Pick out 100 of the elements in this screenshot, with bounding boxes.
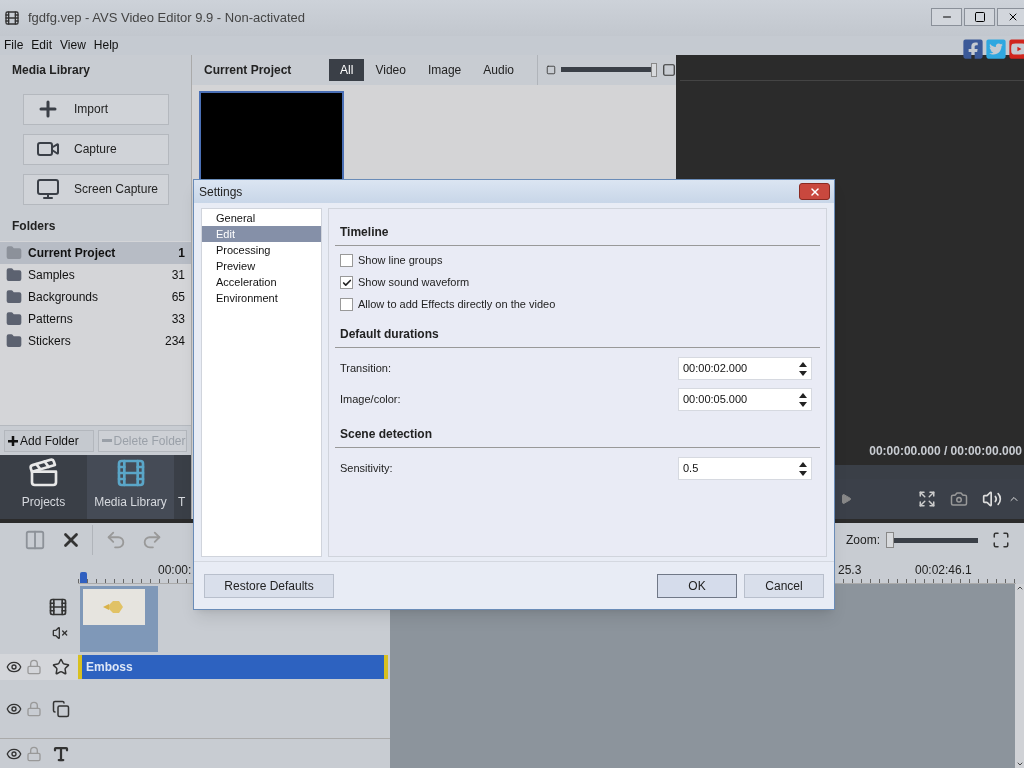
menu-item[interactable]: File	[4, 36, 24, 55]
checkbox[interactable]	[340, 254, 353, 267]
menu-item[interactable]: Edit	[31, 36, 53, 55]
ruler-label: 00:02:46.1	[915, 562, 972, 580]
folder-item[interactable]: Stickers 234	[0, 329, 191, 352]
spin-field[interactable]: 0.5	[678, 457, 812, 480]
nav-tab[interactable]: Projects	[0, 455, 87, 520]
section-title: Default durations	[340, 327, 439, 341]
eye-icon[interactable]	[6, 659, 22, 675]
spin-field[interactable]: 00:00:02.000	[678, 357, 812, 380]
panel-title: Media Library	[12, 61, 91, 79]
scroll-down-icon[interactable]	[1015, 760, 1024, 768]
effect-clip[interactable]: Emboss	[78, 655, 388, 679]
category-item[interactable]: Acceleration	[202, 274, 321, 290]
time-display: 00:00:00.000 / 00:00:00.000	[869, 443, 1022, 461]
star-icon	[52, 658, 70, 676]
camera-icon[interactable]	[950, 490, 968, 509]
folder-count: 65	[171, 288, 185, 306]
library-action-button[interactable]: Capture	[23, 133, 169, 165]
folder-item[interactable]: Samples 31	[0, 263, 191, 286]
spin-arrows-icon[interactable]	[799, 361, 807, 376]
filter-tab[interactable]: Audio	[472, 58, 525, 81]
close-icon	[808, 185, 821, 198]
text-icon	[52, 744, 70, 763]
folder-name: Stickers	[28, 332, 72, 350]
cancel-button[interactable]: Cancel	[744, 573, 824, 598]
folder-icon	[6, 288, 22, 305]
play-icon[interactable]	[840, 493, 852, 506]
monitor-icon	[36, 177, 60, 202]
film-icon	[48, 597, 68, 617]
spin-field[interactable]: 00:00:05.000	[678, 388, 812, 411]
ruler-label: 25.3	[838, 562, 862, 580]
checkbox[interactable]	[340, 276, 353, 289]
video-clip[interactable]	[80, 586, 158, 652]
library-action-button[interactable]: Screen Capture	[23, 173, 169, 205]
category-item[interactable]: General	[202, 210, 321, 226]
folder-icon	[6, 310, 22, 327]
bird-icon[interactable]	[985, 38, 1007, 61]
volume-icon[interactable]	[982, 489, 1002, 510]
category-item[interactable]: Preview	[202, 258, 321, 274]
slider-thumb[interactable]	[886, 532, 894, 549]
ok-button[interactable]: OK	[657, 573, 737, 598]
play-logo-icon[interactable]	[1008, 38, 1024, 61]
category-item[interactable]: Processing	[202, 242, 321, 258]
folder-icon	[6, 332, 22, 349]
library-action-button[interactable]: Import	[23, 93, 169, 125]
fit-icon[interactable]	[992, 531, 1010, 550]
eye-icon[interactable]	[6, 701, 22, 717]
nav-tab[interactable]: T	[174, 455, 190, 520]
thumbnail-size-slider[interactable]	[561, 62, 657, 77]
section-title: Scene detection	[340, 427, 433, 441]
check-icon	[341, 277, 352, 288]
layers-icon	[52, 700, 70, 718]
checkbox-label: Show line groups	[358, 253, 443, 269]
fullscreen-icon[interactable]	[918, 490, 936, 509]
scrollbar[interactable]	[1015, 584, 1024, 768]
spin-arrows-icon[interactable]	[799, 392, 807, 407]
dialog-title: Settings	[199, 183, 243, 201]
restore-defaults-button[interactable]: Restore Defaults	[204, 573, 334, 598]
folder-item[interactable]: Current Project 1	[0, 241, 191, 264]
checkbox-label: Show sound waveform	[358, 275, 470, 291]
folder-icon	[6, 266, 22, 283]
folder-name: Backgrounds	[28, 288, 100, 306]
small-square-icon	[546, 64, 556, 75]
menu-item[interactable]: Help	[93, 36, 119, 55]
section-title: Timeline	[340, 225, 389, 239]
speaker-icon	[52, 625, 68, 641]
menu-item[interactable]: View	[60, 36, 86, 55]
window-title: fgdfg.vep - AVS Video Editor 9.9 - Non-activated	[28, 9, 305, 28]
close-button[interactable]	[799, 183, 830, 200]
playhead-marker[interactable]	[80, 572, 87, 583]
filter-tab[interactable]: Image	[416, 58, 473, 81]
minimize-button[interactable]	[931, 8, 962, 26]
restore-icon	[973, 11, 986, 23]
zoom-slider[interactable]	[886, 532, 978, 549]
nav-tab[interactable]: Media Library	[87, 455, 174, 520]
filter-tab[interactable]: Video	[364, 58, 417, 81]
ruler-label: 00:00:	[158, 562, 192, 580]
field-label: Transition:	[340, 361, 391, 377]
facebook-icon[interactable]	[962, 38, 984, 61]
category-item[interactable]: Environment	[202, 290, 321, 306]
panel-title: Current Project	[204, 61, 293, 79]
slider-thumb[interactable]	[651, 62, 657, 77]
spin-arrows-icon[interactable]	[799, 461, 807, 476]
folder-action-button[interactable]: Add Folder	[4, 429, 94, 452]
checkbox[interactable]	[340, 298, 353, 311]
folder-item[interactable]: Backgrounds 65	[0, 285, 191, 308]
close-button[interactable]	[997, 8, 1024, 26]
filter-tab[interactable]: All	[329, 58, 365, 81]
folder-name: Samples	[28, 266, 76, 284]
field-label: Sensitivity:	[340, 461, 393, 477]
checkbox-label: Allow to add Effects directly on the video	[358, 297, 556, 313]
app-icon	[4, 9, 20, 26]
folder-count: 33	[171, 310, 185, 328]
restore-button[interactable]	[964, 8, 995, 26]
scroll-up-icon[interactable]	[1015, 584, 1024, 592]
folder-count: 31	[171, 266, 185, 284]
folder-count: 234	[164, 332, 185, 350]
folder-item[interactable]: Patterns 33	[0, 307, 191, 330]
field-label: Image/color:	[340, 392, 401, 408]
